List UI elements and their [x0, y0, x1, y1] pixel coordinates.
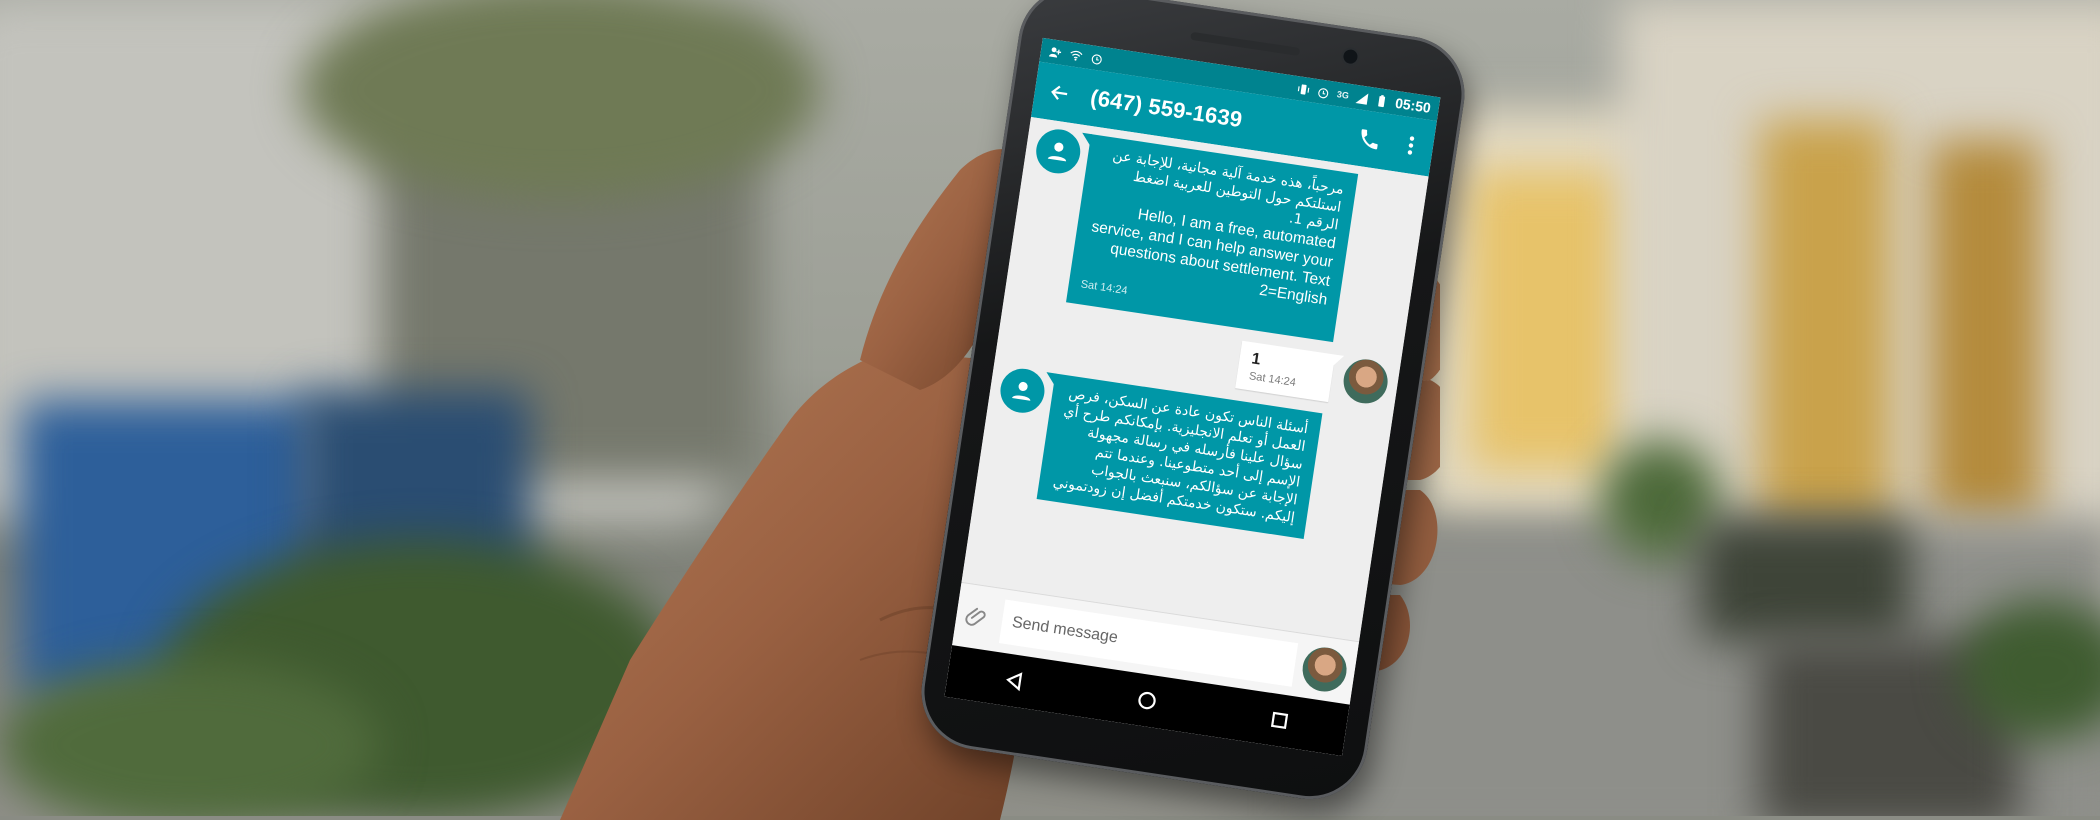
person-add-icon	[1048, 45, 1063, 60]
contact-avatar[interactable]	[1033, 126, 1084, 177]
background-door	[1930, 140, 2040, 520]
earpiece-speaker	[1190, 31, 1301, 56]
user-avatar[interactable]	[1340, 356, 1391, 407]
message-text-arabic: أسئلة الناس تكون عادة عن السكن، فرص العم…	[1051, 385, 1310, 527]
alarm-icon	[1316, 85, 1331, 100]
nav-recents-button[interactable]	[1265, 706, 1295, 736]
background-planter	[1700, 520, 1910, 640]
background-lit-window	[1470, 170, 1630, 470]
sender-avatar[interactable]	[1299, 643, 1350, 695]
back-button[interactable]	[1043, 76, 1077, 110]
background-door	[1760, 120, 1890, 550]
background-bush	[0, 660, 380, 816]
wifi-icon	[1069, 48, 1084, 63]
overflow-menu-button[interactable]	[1397, 132, 1424, 159]
battery-icon	[1375, 93, 1390, 108]
network-type: 3G	[1336, 89, 1350, 101]
call-button[interactable]	[1356, 126, 1383, 153]
person-icon	[1012, 381, 1031, 401]
signal-icon	[1355, 90, 1370, 105]
outgoing-message-bubble[interactable]: 1 Sat 14:24	[1235, 340, 1336, 403]
alarm-icon	[1090, 51, 1105, 66]
back-triangle-icon	[1006, 672, 1023, 692]
recents-square-icon	[1270, 711, 1289, 730]
message-thread[interactable]: مرحباً، هذه خدمة آلية مجانية، للإجابة عن…	[961, 117, 1429, 642]
person-icon	[1047, 142, 1067, 162]
phone-icon	[1361, 129, 1378, 150]
nav-back-button[interactable]	[1000, 666, 1030, 696]
contact-phone-number: (647) 559-1639	[1088, 84, 1245, 133]
attach-button[interactable]	[963, 602, 993, 632]
nav-home-button[interactable]	[1132, 686, 1162, 716]
status-time: 05:50	[1394, 94, 1432, 116]
vibrate-icon	[1296, 82, 1311, 97]
contact-avatar[interactable]	[997, 365, 1048, 416]
incoming-message-bubble[interactable]: أسئلة الناس تكون عادة عن السكن، فرص العم…	[1036, 373, 1323, 539]
arrow-back-icon	[1051, 85, 1068, 100]
home-circle-icon	[1138, 691, 1156, 710]
paperclip-icon	[965, 607, 986, 626]
phone-screen: 3G 05:50 (647) 559-1639 مرحباً، هذه خدمة…	[944, 37, 1441, 757]
front-camera	[1342, 48, 1359, 65]
incoming-message-bubble[interactable]: مرحباً، هذه خدمة آلية مجانية، للإجابة عن…	[1066, 134, 1359, 343]
more-vert-icon	[1407, 136, 1415, 155]
